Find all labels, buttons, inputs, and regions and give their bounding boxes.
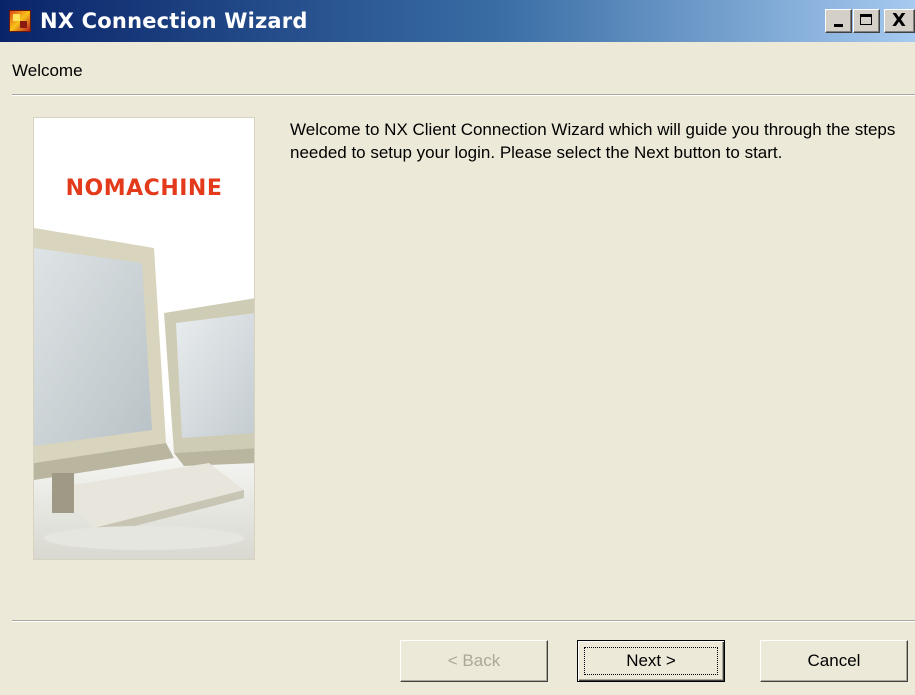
back-button[interactable]: < Back bbox=[400, 640, 548, 682]
header-divider bbox=[12, 94, 915, 96]
minimize-button[interactable] bbox=[825, 9, 852, 33]
cancel-button[interactable]: Cancel bbox=[760, 640, 908, 682]
close-button[interactable]: X bbox=[884, 9, 915, 33]
maximize-button[interactable] bbox=[853, 9, 880, 33]
welcome-message: Welcome to NX Client Connection Wizard w… bbox=[290, 120, 896, 162]
footer-divider bbox=[12, 620, 915, 622]
next-button[interactable]: Next > bbox=[577, 640, 725, 682]
nx-app-icon[interactable] bbox=[9, 10, 31, 32]
minimize-icon bbox=[834, 24, 843, 27]
close-icon: X bbox=[892, 10, 906, 31]
title-bar[interactable]: NX Connection Wizard X bbox=[0, 0, 915, 42]
maximize-icon bbox=[860, 14, 872, 25]
side-banner: NOMACHINE bbox=[33, 117, 255, 560]
step-title: Welcome bbox=[12, 61, 83, 80]
focus-ring bbox=[584, 647, 718, 675]
wizard-window: NX Connection Wizard X Welcome NOMACHINE… bbox=[0, 0, 915, 695]
nomachine-logo: NOMACHINE bbox=[65, 176, 223, 201]
window-title: NX Connection Wizard bbox=[40, 9, 308, 33]
